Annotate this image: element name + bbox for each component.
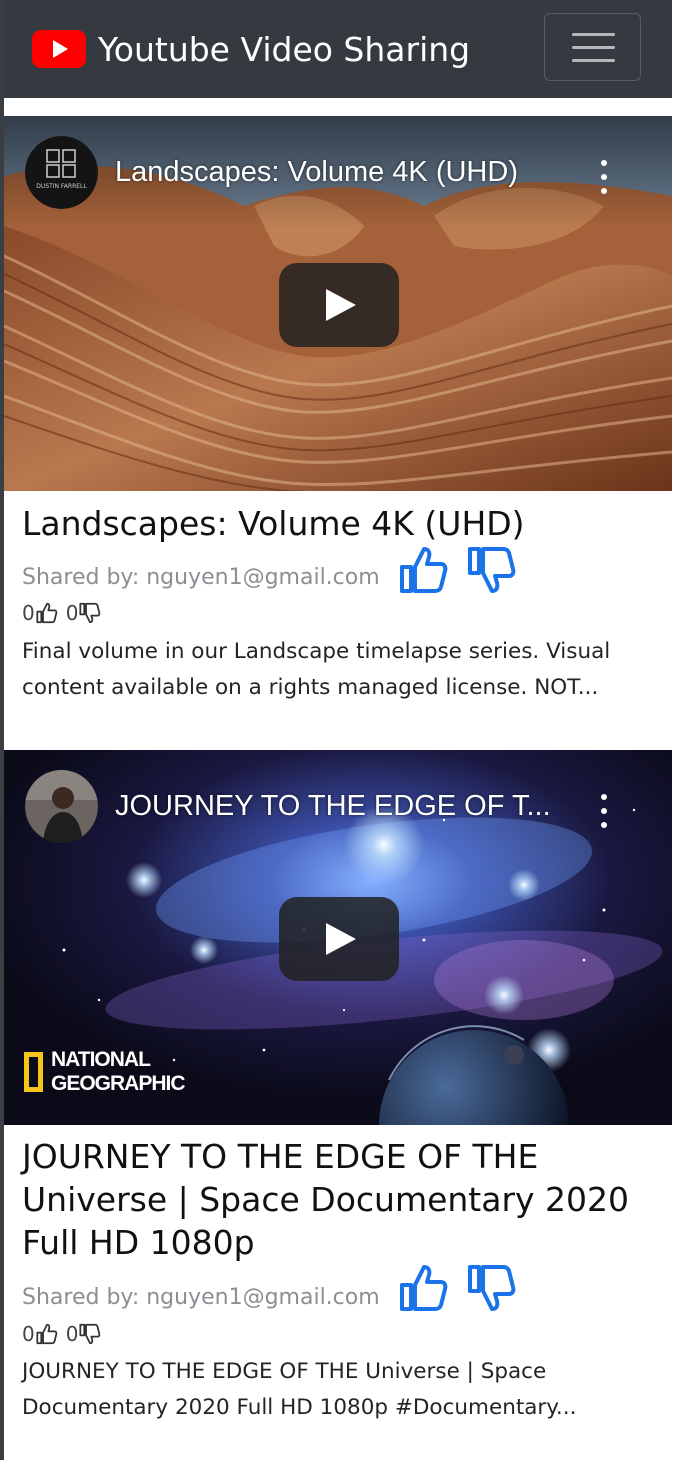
vote-counts: 0 0	[22, 601, 101, 625]
channel-logo-text: DUSTIN FARRELL	[36, 183, 87, 190]
small-thumbs-up-icon	[36, 602, 58, 624]
small-thumbs-up-icon	[36, 1323, 58, 1345]
hamburger-bar	[572, 46, 615, 49]
channel-avatar[interactable]	[25, 770, 98, 843]
small-thumbs-down-icon	[79, 1323, 101, 1345]
youtube-logo-icon	[32, 30, 86, 68]
brand-title: Youtube Video Sharing	[98, 29, 471, 69]
thumbs-up-icon[interactable]	[399, 545, 449, 595]
play-button[interactable]	[279, 263, 399, 347]
natgeo-logo: NATIONAL GEOGRAPHIC	[24, 1046, 186, 1098]
like-count: 0	[22, 1322, 35, 1346]
video-embed-1[interactable]: DUSTIN FARRELL Landscapes: Volume 4K (UH…	[4, 116, 672, 491]
small-thumbs-down-icon	[79, 602, 101, 624]
embed-video-title[interactable]: JOURNEY TO THE EDGE OF T...	[115, 790, 551, 823]
dislike-count: 0	[65, 601, 79, 625]
vote-counts: 0 0	[22, 1322, 101, 1346]
video-title: Landscapes: Volume 4K (UHD)	[22, 504, 525, 543]
video-embed-2[interactable]: JOURNEY TO THE EDGE OF T... NATIONAL GEO…	[4, 750, 672, 1125]
thumbs-down-icon[interactable]	[467, 1263, 517, 1313]
play-icon	[326, 289, 356, 321]
natgeo-line2: GEOGRAPHIC	[51, 1072, 186, 1095]
hamburger-menu-button[interactable]	[544, 13, 641, 81]
play-button[interactable]	[279, 897, 399, 981]
hamburger-bar	[572, 33, 615, 36]
brand[interactable]: Youtube Video Sharing	[32, 24, 470, 74]
thumbs-up-icon[interactable]	[399, 1263, 449, 1313]
more-options-icon[interactable]	[599, 794, 609, 830]
embed-video-title[interactable]: Landscapes: Volume 4K (UHD)	[115, 156, 518, 189]
natgeo-frame-icon	[24, 1052, 43, 1092]
video-description: Final volume in our Landscape timelapse …	[22, 639, 611, 700]
navbar: Youtube Video Sharing	[4, 0, 672, 98]
more-options-icon[interactable]	[599, 160, 609, 196]
hamburger-bar	[572, 59, 615, 62]
video-description: JOURNEY TO THE EDGE OF THE Universe | Sp…	[22, 1359, 577, 1420]
video-title: JOURNEY TO THE EDGE OF THE Universe | Sp…	[22, 1137, 630, 1262]
channel-avatar[interactable]: DUSTIN FARRELL	[25, 136, 98, 209]
play-icon	[326, 923, 356, 955]
natgeo-line1: NATIONAL	[51, 1048, 151, 1071]
dislike-count: 0	[65, 1322, 79, 1346]
like-count: 0	[22, 601, 35, 625]
shared-by-text: Shared by: nguyen1@gmail.com	[22, 565, 380, 590]
thumbs-down-icon[interactable]	[467, 545, 517, 595]
shared-by-text: Shared by: nguyen1@gmail.com	[22, 1285, 380, 1310]
